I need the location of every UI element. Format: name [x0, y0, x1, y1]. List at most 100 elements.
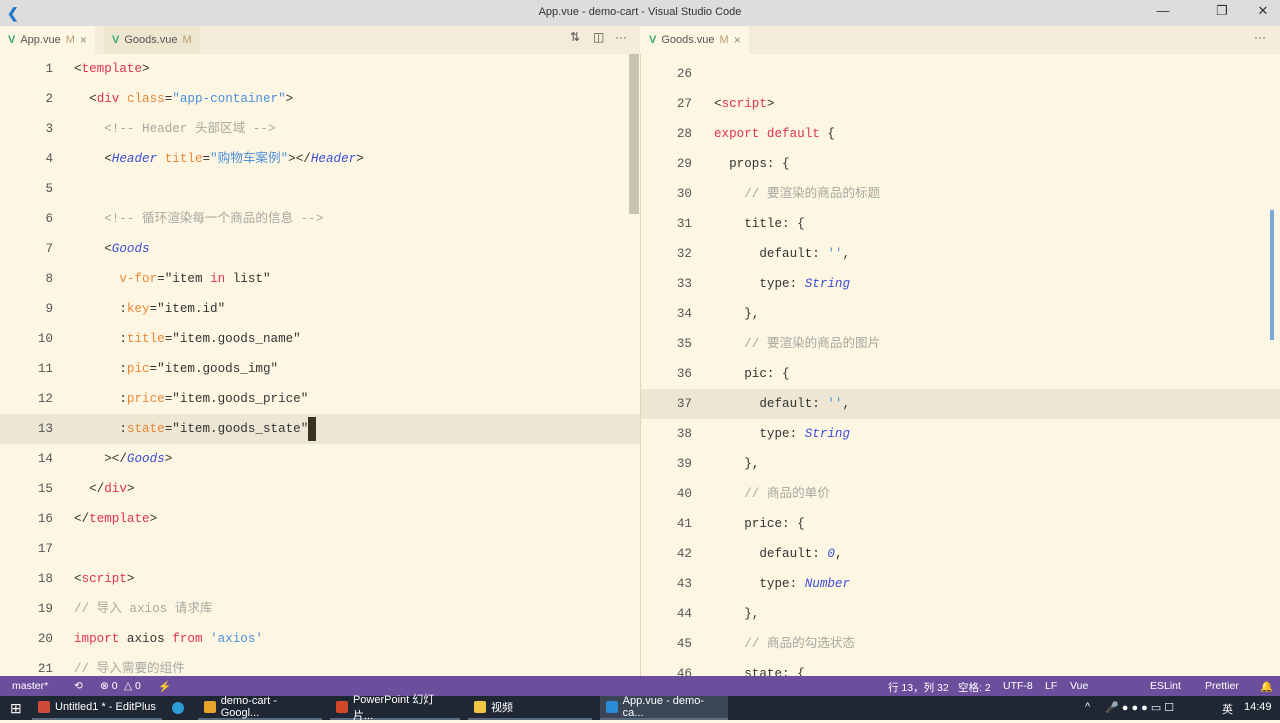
- close-tab-icon[interactable]: ×: [80, 33, 87, 47]
- eslint-status[interactable]: ESLint: [1150, 680, 1181, 692]
- start-button[interactable]: ⊞: [4, 696, 28, 720]
- code-line[interactable]: 38 type: String: [641, 419, 1280, 449]
- indentation[interactable]: 空格: 2: [958, 680, 991, 695]
- code-line[interactable]: 35 // 要渲染的商品的图片: [641, 329, 1280, 359]
- tray-icons[interactable]: 🎤 ● ● ● ▭ ☐: [1105, 701, 1174, 714]
- taskbar-item[interactable]: App.vue - demo-ca...: [600, 695, 728, 720]
- live-share-icon[interactable]: ⚡: [158, 680, 171, 693]
- code-line[interactable]: 43 type: Number: [641, 569, 1280, 599]
- taskbar-item[interactable]: Untitled1 * - EditPlus: [32, 696, 162, 720]
- code-line[interactable]: 34 },: [641, 299, 1280, 329]
- code-text: props: {: [714, 149, 789, 179]
- code-line[interactable]: 13 :state="item.goods_state": [0, 414, 640, 444]
- code-line[interactable]: 36 pic: {: [641, 359, 1280, 389]
- taskbar-item[interactable]: 视频: [468, 696, 592, 720]
- code-token: <: [74, 62, 82, 76]
- code-token: {: [819, 127, 835, 141]
- code-token: default:: [714, 397, 828, 411]
- code-line[interactable]: 37 default: '',: [641, 389, 1280, 419]
- code-line[interactable]: 30 // 要渲染的商品的标题: [641, 179, 1280, 209]
- maximize-button[interactable]: ❐: [1207, 3, 1237, 19]
- code-token: String: [804, 427, 851, 441]
- code-token: // 要渲染的商品的标题: [714, 187, 881, 201]
- split-editor-icon[interactable]: ◫: [593, 30, 604, 44]
- minimize-button[interactable]: —: [1148, 3, 1178, 18]
- code-line[interactable]: 39 },: [641, 449, 1280, 479]
- code-line[interactable]: 9 :key="item.id": [0, 294, 640, 324]
- code-line[interactable]: 18 <script>: [0, 564, 640, 594]
- taskbar-item-label: PowerPoint 幻灯片...: [352, 694, 435, 722]
- code-line[interactable]: 1 <template>: [0, 54, 640, 84]
- code-line[interactable]: 44 },: [641, 599, 1280, 629]
- code-line[interactable]: 7 <Goods: [0, 234, 640, 264]
- taskbar-item[interactable]: PowerPoint 幻灯片...: [330, 694, 460, 722]
- right-scrollbar[interactable]: [1270, 210, 1274, 340]
- code-line[interactable]: 46 state: {: [641, 659, 1280, 676]
- code-token: // 导入 axios 请求库: [74, 602, 213, 616]
- left-editor[interactable]: 1 <template> 2 <div class="app-container">…: [0, 54, 640, 676]
- code-line[interactable]: 26: [641, 59, 1280, 89]
- more-actions-icon[interactable]: ···: [1254, 30, 1266, 44]
- code-line[interactable]: 28 export default {: [641, 119, 1280, 149]
- line-number: 3: [45, 122, 53, 136]
- open-changes-icon[interactable]: ⇅: [570, 30, 580, 44]
- code-line[interactable]: 5: [0, 174, 640, 204]
- branch-indicator[interactable]: master*: [12, 680, 48, 692]
- right-editor[interactable]: 26 27 <script> 28 export default {29 props: …: [641, 54, 1280, 676]
- notifications-icon[interactable]: 🔔: [1260, 680, 1273, 693]
- code-line[interactable]: 10 :title="item.goods_name": [0, 324, 640, 354]
- code-line[interactable]: 40 // 商品的单价: [641, 479, 1280, 509]
- code-token: ="item.id": [149, 302, 226, 316]
- tray-expand-icon[interactable]: ^: [1085, 701, 1090, 713]
- code-line[interactable]: 27 <script>: [641, 89, 1280, 119]
- code-line[interactable]: 4 <Header title="购物车案例"></Header>: [0, 144, 640, 174]
- code-token: v-for: [119, 272, 158, 286]
- more-actions-icon[interactable]: ···: [615, 30, 627, 44]
- code-token: :: [74, 392, 127, 406]
- code-line[interactable]: 29 props: {: [641, 149, 1280, 179]
- taskbar-item[interactable]: demo-cart - Googl...: [198, 695, 322, 720]
- tab-app-vue[interactable]: V App.vue M ×: [0, 26, 95, 54]
- encoding[interactable]: UTF-8: [1003, 680, 1033, 692]
- tab-goods-vue[interactable]: V Goods.vue M: [104, 26, 200, 54]
- code-line[interactable]: 11 :pic="item.goods_img": [0, 354, 640, 384]
- edge-browser-button[interactable]: [166, 696, 190, 720]
- code-line[interactable]: 31 title: {: [641, 209, 1280, 239]
- language-mode[interactable]: Vue: [1070, 680, 1088, 692]
- code-line[interactable]: 33 type: String: [641, 269, 1280, 299]
- code-line[interactable]: 12 :price="item.goods_price": [0, 384, 640, 414]
- code-token: ></: [74, 452, 127, 466]
- sync-icon[interactable]: ⟲: [74, 680, 83, 692]
- code-line[interactable]: 6 <!-- 循环渲染每一个商品的信息 -->: [0, 204, 640, 234]
- line-number: 18: [37, 572, 53, 586]
- code-line[interactable]: 16 </template>: [0, 504, 640, 534]
- code-token: default:: [714, 247, 828, 261]
- code-token: title: [126, 332, 165, 346]
- cursor-position[interactable]: 行 13，列 32: [888, 680, 949, 695]
- close-window-button[interactable]: ✕: [1248, 3, 1278, 19]
- code-line[interactable]: 15 </div>: [0, 474, 640, 504]
- code-line[interactable]: 21 // 导入需要的组件: [0, 654, 640, 676]
- code-line[interactable]: 20 import axios from 'axios': [0, 624, 640, 654]
- code-line[interactable]: 42 default: 0,: [641, 539, 1280, 569]
- left-scrollbar[interactable]: [629, 54, 639, 214]
- clock[interactable]: 14:49: [1244, 701, 1272, 713]
- errors-count[interactable]: ⊗ 0: [100, 680, 118, 692]
- prettier-status[interactable]: Prettier: [1205, 680, 1239, 692]
- warnings-count[interactable]: △ 0: [124, 680, 141, 692]
- code-line[interactable]: 14 ></Goods>: [0, 444, 640, 474]
- eol[interactable]: LF: [1045, 680, 1057, 692]
- code-line[interactable]: 8 v-for="item in list": [0, 264, 640, 294]
- line-number: 12: [37, 392, 53, 406]
- code-line[interactable]: 41 price: {: [641, 509, 1280, 539]
- code-line[interactable]: 45 // 商品的勾选状态: [641, 629, 1280, 659]
- tab-goods-vue-right[interactable]: V Goods.vue M ×: [641, 26, 749, 54]
- ime-indicator[interactable]: 英: [1222, 701, 1233, 717]
- code-line[interactable]: 32 default: '',: [641, 239, 1280, 269]
- code-line[interactable]: 19 // 导入 axios 请求库: [0, 594, 640, 624]
- code-line[interactable]: 2 <div class="app-container">: [0, 84, 640, 114]
- code-line[interactable]: 17: [0, 534, 640, 564]
- code-token: // 商品的勾选状态: [714, 637, 856, 651]
- code-line[interactable]: 3 <!-- Header 头部区域 -->: [0, 114, 640, 144]
- close-tab-icon[interactable]: ×: [734, 33, 741, 47]
